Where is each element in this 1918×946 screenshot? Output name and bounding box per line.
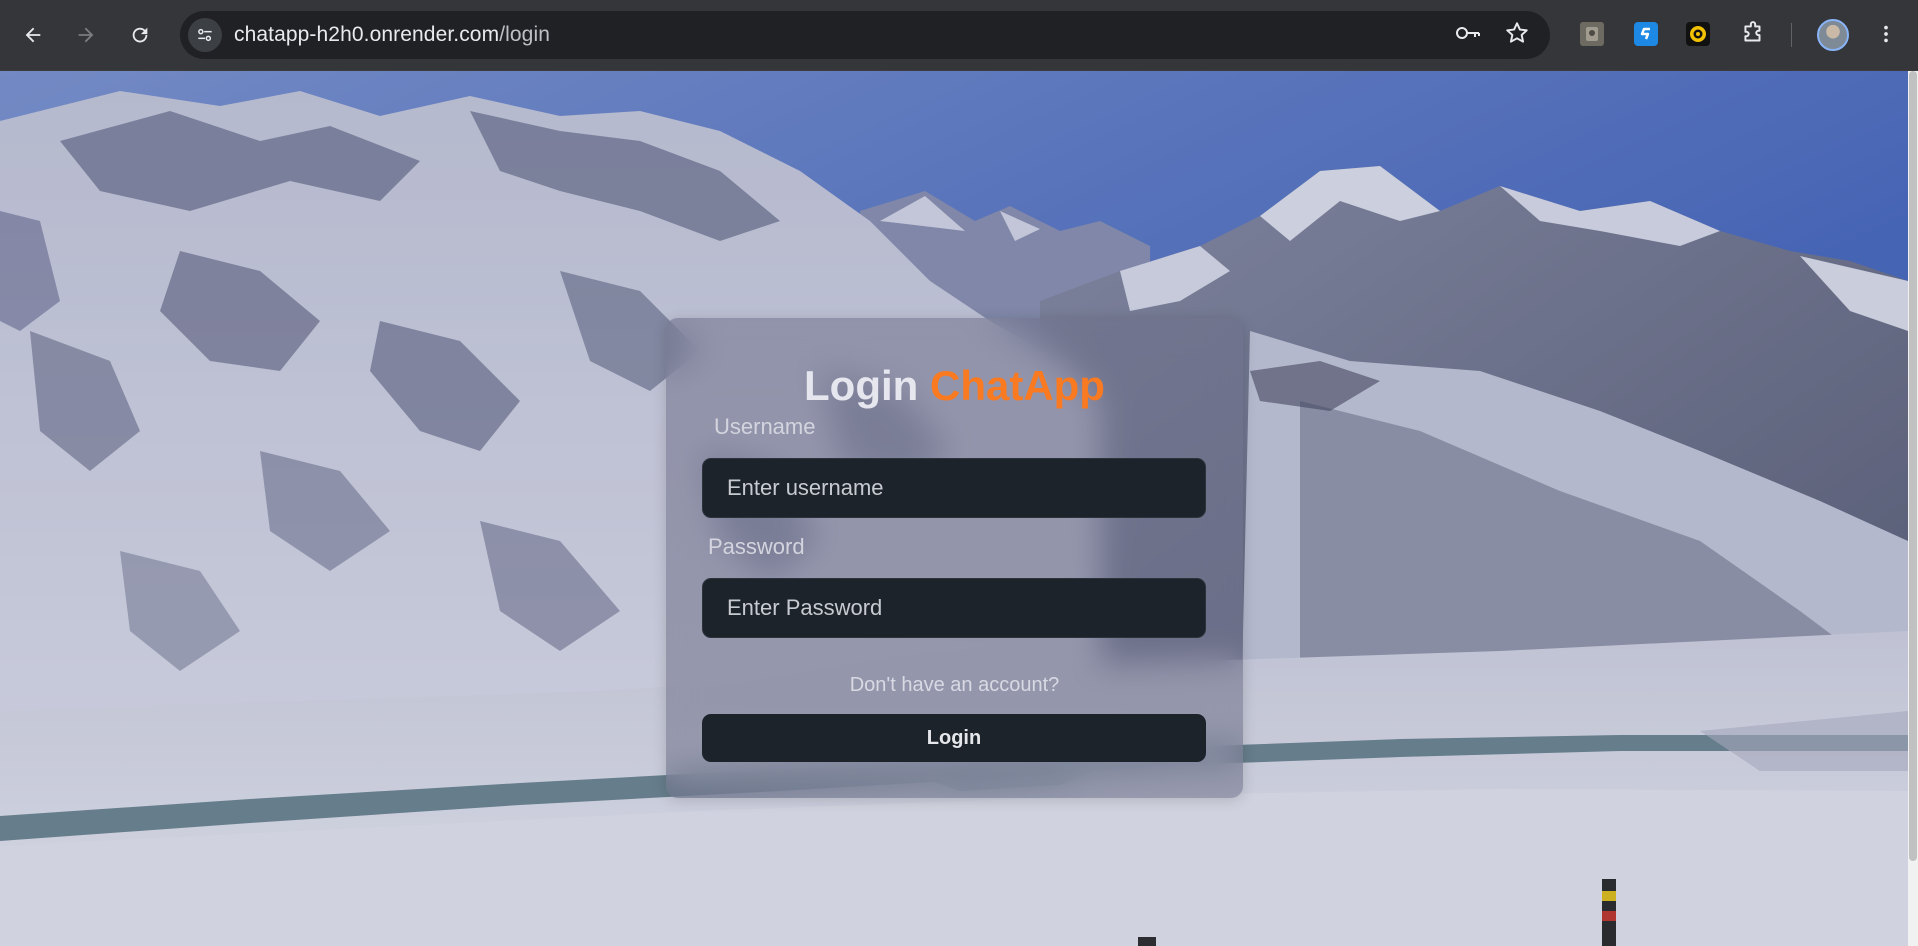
browser-toolbar: chatapp-h2h0.onrender.com/login: [0, 0, 1918, 71]
login-button[interactable]: Login: [702, 714, 1206, 762]
login-card: Login ChatApp Username Password Don't ha…: [666, 318, 1243, 798]
key-icon[interactable]: [1454, 19, 1482, 52]
forward-button[interactable]: [68, 17, 104, 53]
profile-avatar[interactable]: [1817, 19, 1849, 51]
scrollbar-thumb[interactable]: [1909, 71, 1917, 861]
page-scrollbar[interactable]: [1908, 71, 1918, 946]
tune-icon: [198, 28, 212, 42]
reload-button[interactable]: [122, 17, 158, 53]
more-vert-icon[interactable]: [1871, 19, 1901, 49]
reload-icon: [132, 27, 148, 43]
url-text[interactable]: chatapp-h2h0.onrender.com/login: [234, 23, 550, 47]
page-viewport: Login ChatApp Username Password Don't ha…: [0, 71, 1918, 946]
back-button[interactable]: [15, 17, 51, 53]
arrow-left-icon: [25, 27, 41, 43]
extension-lens-icon[interactable]: [1577, 19, 1607, 49]
star-icon[interactable]: [1504, 20, 1530, 51]
page-title: Login ChatApp: [666, 360, 1243, 412]
extension-target-icon[interactable]: [1683, 19, 1713, 49]
brand-name: ChatApp: [929, 362, 1105, 409]
address-bar[interactable]: chatapp-h2h0.onrender.com/login: [180, 11, 1550, 59]
extension-s-icon[interactable]: [1631, 19, 1661, 49]
arrow-right-icon: [78, 27, 94, 43]
username-label: Username: [714, 414, 816, 439]
toolbar-divider: [1791, 23, 1792, 47]
puzzle-icon[interactable]: [1738, 19, 1768, 49]
username-input[interactable]: [702, 458, 1206, 518]
signup-link[interactable]: Don't have an account?: [666, 674, 1243, 697]
site-info-button[interactable]: [188, 18, 222, 52]
title-text: Login: [804, 362, 919, 409]
password-input[interactable]: [702, 578, 1206, 638]
password-label: Password: [708, 534, 805, 559]
url-host: chatapp-h2h0.onrender.com: [234, 23, 500, 46]
url-path: /login: [499, 23, 550, 46]
